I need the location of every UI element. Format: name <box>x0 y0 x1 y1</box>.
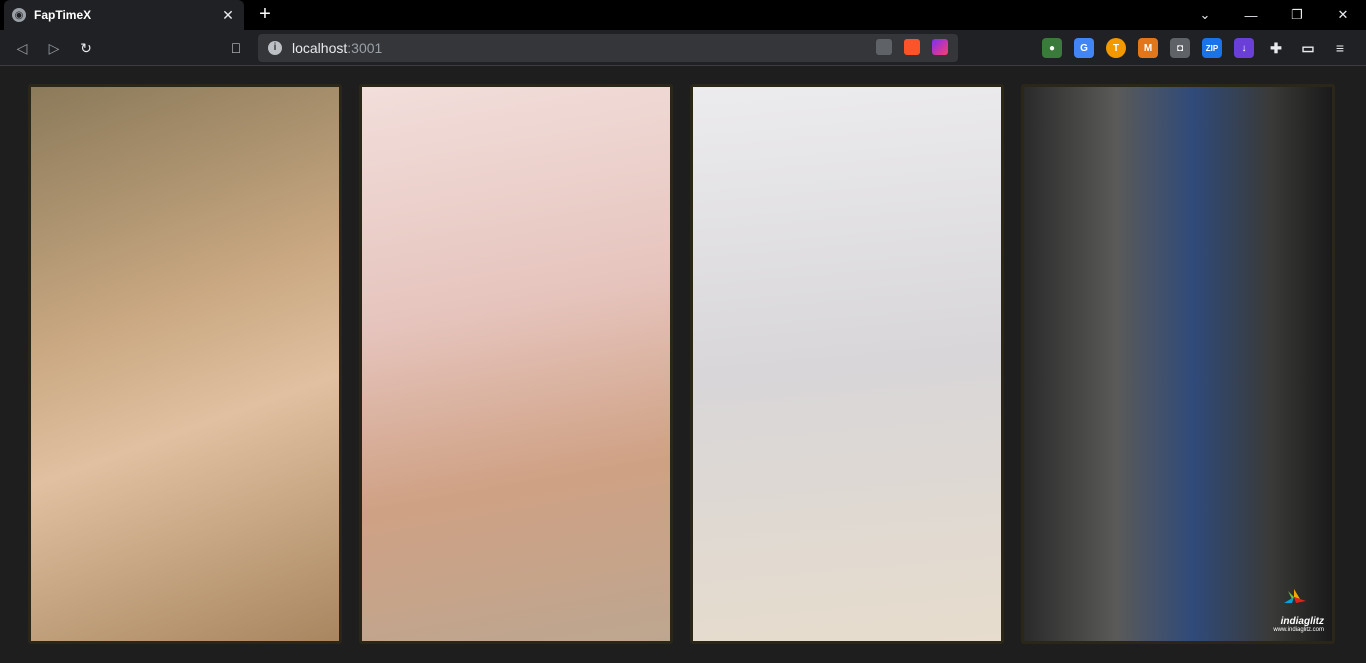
address-bar[interactable]: i localhost:3001 <box>258 34 958 62</box>
metamask-icon[interactable]: M <box>1138 38 1158 58</box>
photo <box>362 87 670 641</box>
gallery-card[interactable] <box>28 84 342 644</box>
back-button[interactable]: ◁ <box>10 36 34 60</box>
close-window-button[interactable]: ✕ <box>1320 0 1366 30</box>
extension-globe-icon[interactable]: ● <box>1042 38 1062 58</box>
tab-title: FapTimeX <box>34 8 92 22</box>
gallery-card[interactable] <box>690 84 1004 644</box>
photo: indiaglitz www.indiaglitz.com <box>1024 87 1332 641</box>
photo-caption: indiaglitz www.indiaglitz.com <box>1273 616 1324 633</box>
browser-toolbar: ◁ ▷ ↻ ⎕ i localhost:3001 ● G T M ◘ ZIP ↓… <box>0 30 1366 66</box>
info-icon[interactable]: i <box>268 41 282 55</box>
minimize-button[interactable]: — <box>1228 0 1274 30</box>
tab-close-icon[interactable]: ✕ <box>220 7 236 24</box>
globe-icon: ◉ <box>12 8 26 22</box>
brave-shield-icon[interactable] <box>904 39 920 55</box>
wallet-icon[interactable]: ▭ <box>1298 38 1318 58</box>
bookmark-icon[interactable]: ⎕ <box>224 36 248 60</box>
forward-button[interactable]: ▷ <box>42 36 66 60</box>
menu-icon[interactable]: ≡ <box>1330 38 1350 58</box>
caption-brand: indiaglitz <box>1280 616 1324 627</box>
gallery-card[interactable] <box>359 84 673 644</box>
photo <box>31 87 339 641</box>
url-host: localhost <box>292 40 348 56</box>
download-icon[interactable]: ↓ <box>1234 38 1254 58</box>
restore-button[interactable]: ❐ <box>1274 0 1320 30</box>
gallery-card[interactable]: indiaglitz www.indiaglitz.com <box>1021 84 1335 644</box>
reload-button[interactable]: ↻ <box>74 36 98 60</box>
caption-url: www.indiaglitz.com <box>1273 627 1324 633</box>
url-port: :3001 <box>347 40 383 56</box>
qr-code-icon[interactable] <box>876 39 892 55</box>
gallery: indiaglitz www.indiaglitz.com <box>0 66 1366 663</box>
camera-icon[interactable]: ◘ <box>1170 38 1190 58</box>
indiaglitz-logo-icon <box>1284 589 1306 603</box>
puzzle-icon[interactable]: ✚ <box>1266 38 1286 58</box>
extension-t-icon[interactable]: T <box>1106 38 1126 58</box>
photo <box>693 87 1001 641</box>
new-tab-button[interactable]: + <box>254 3 276 25</box>
google-translate-icon[interactable]: G <box>1074 38 1094 58</box>
brave-rewards-icon[interactable] <box>932 39 948 55</box>
browser-tab[interactable]: ◉ FapTimeX ✕ <box>4 0 244 30</box>
tab-strip: ◉ FapTimeX ✕ + ⌄ — ❐ ✕ <box>0 0 1366 30</box>
tab-search-icon[interactable]: ⌄ <box>1182 0 1228 30</box>
zip-icon[interactable]: ZIP <box>1202 38 1222 58</box>
